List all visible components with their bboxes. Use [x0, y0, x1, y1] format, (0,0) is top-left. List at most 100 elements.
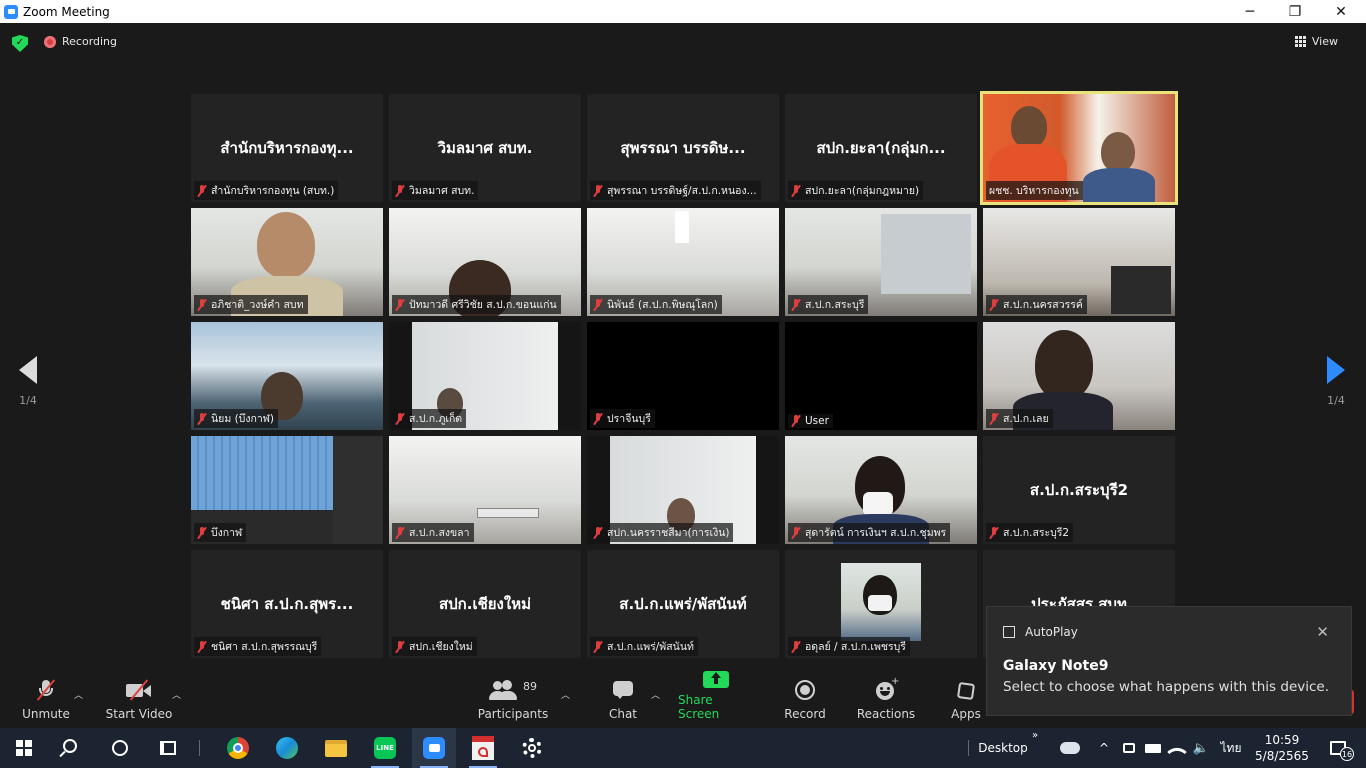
maximize-button[interactable]: ❐	[1272, 0, 1318, 23]
microphone-muted-icon	[35, 679, 57, 701]
volume-muted-icon[interactable]: 🔈	[1190, 728, 1212, 768]
search-button[interactable]	[52, 728, 92, 768]
participant-label: ส.ป.ก.สระบุรี	[788, 295, 869, 314]
participant-tile[interactable]: สปก.เชียงใหม่ สปก.เชียงใหม่	[389, 550, 581, 658]
chat-options-caret-icon[interactable]: ︿	[651, 688, 660, 701]
arrow-right-icon	[1327, 356, 1345, 384]
participant-label: สำนักบริหารกองทุน (สบท.)	[194, 181, 339, 200]
participant-tile[interactable]: สำนักบริหารกองทุ... สำนักบริหารกองทุน (ส…	[191, 94, 383, 202]
edge-taskbar-icon[interactable]	[265, 728, 309, 768]
clock[interactable]: 10:59 5/8/2565	[1248, 728, 1316, 768]
apps-button[interactable]: Apps	[946, 668, 986, 728]
previous-page-button[interactable]: 1/4	[8, 356, 48, 407]
participant-name-display: ชนิศา ส.ป.ก.สุพร...	[220, 595, 354, 613]
line-taskbar-icon[interactable]: LINE	[363, 728, 407, 768]
page-count-left: 1/4	[19, 394, 37, 407]
recording-indicator[interactable]: Recording	[44, 35, 117, 48]
mic-muted-icon	[197, 184, 207, 197]
task-view-button[interactable]	[148, 728, 188, 768]
participant-tile[interactable]: สปก.นครราชสีมา(การเงิน)	[587, 436, 779, 544]
file-explorer-taskbar-icon[interactable]	[314, 728, 358, 768]
shelf	[1111, 266, 1171, 314]
ceiling-light	[675, 211, 689, 243]
mic-muted-icon	[791, 415, 801, 427]
participants-options-caret-icon[interactable]: ︿	[561, 688, 570, 701]
action-center-button[interactable]: 16	[1320, 728, 1356, 768]
desktop-toolbar-button[interactable]: Desktop	[976, 728, 1030, 768]
participant-tile[interactable]: ส.ป.ก.ภูเก็ต	[389, 322, 581, 430]
participant-tile[interactable]: สุดารัตน์ การเงินฯ ส.ป.ก.ชุมพร	[785, 436, 977, 544]
start-video-label: Start Video	[105, 707, 173, 721]
next-page-button[interactable]: 1/4	[1316, 356, 1356, 407]
video-options-caret-icon[interactable]: ︿	[172, 688, 181, 701]
mic-muted-icon	[593, 184, 603, 197]
apps-label: Apps	[951, 707, 981, 721]
settings-taskbar-icon[interactable]	[510, 728, 554, 768]
chat-label: Chat	[608, 707, 638, 721]
view-button[interactable]: View	[1294, 35, 1338, 48]
participant-tile[interactable]: ส.ป.ก.สระบุรี	[785, 208, 977, 316]
start-button[interactable]	[4, 728, 44, 768]
windows-logo-icon	[16, 740, 32, 756]
participants-label: Participants	[477, 707, 549, 721]
participants-button[interactable]: 89 Participants	[478, 668, 548, 728]
participant-tile[interactable]: ส.ป.ก.เลย	[983, 322, 1175, 430]
participant-tile[interactable]: ส.ป.ก.นครสวรรค์	[983, 208, 1175, 316]
meet-now-icon[interactable]	[1118, 728, 1140, 768]
participant-tile[interactable]: ชนิศา ส.ป.ก.สุพร... ชนิศา ส.ป.ก.สุพรรณบุ…	[191, 550, 383, 658]
participant-tile[interactable]: สปก.ยะลา(กลุ่มก... สปก.ยะลา(กลุ่มกฎหมาย)	[785, 94, 977, 202]
chrome-taskbar-icon[interactable]	[216, 728, 260, 768]
start-video-button[interactable]: Start Video	[104, 668, 174, 728]
participant-tile[interactable]: วิมลมาศ สบท. วิมลมาศ สบท.	[389, 94, 581, 202]
participant-label: ส.ป.ก.เลย	[986, 409, 1053, 428]
mic-muted-icon	[593, 526, 603, 539]
input-language-indicator[interactable]: ไทย	[1216, 728, 1246, 768]
chat-button[interactable]: Chat	[598, 668, 648, 728]
notification-body: Select to choose what happens with this …	[1003, 679, 1330, 695]
smiley-reaction-icon: +	[875, 676, 899, 701]
active-speaker-tile[interactable]: ผชช. บริหารกองทุน	[980, 91, 1178, 205]
participant-tile[interactable]: ส.ป.ก.สงขลา	[389, 436, 581, 544]
participant-tile[interactable]: User	[785, 322, 977, 430]
clock-date: 5/8/2565	[1255, 749, 1309, 763]
record-button[interactable]: Record	[780, 668, 830, 728]
weather-icon[interactable]	[1056, 728, 1084, 768]
participant-tile[interactable]: ส.ป.ก.แพร่/พัสนันท์ ส.ป.ก.แพร่/พัสนันท์	[587, 550, 779, 658]
show-hidden-icons-button[interactable]: ^	[1094, 728, 1114, 768]
battery-icon[interactable]	[1142, 728, 1164, 768]
share-screen-button[interactable]: Share Screen	[678, 668, 754, 728]
notification-close-icon[interactable]: ✕	[1316, 623, 1329, 641]
cortana-button[interactable]	[100, 728, 140, 768]
minimize-button[interactable]: ─	[1227, 0, 1273, 23]
notification-app-name: AutoPlay	[1025, 625, 1078, 639]
audio-options-caret-icon[interactable]: ︿	[74, 688, 83, 701]
acrobat-taskbar-icon[interactable]	[461, 728, 505, 768]
participant-tile[interactable]: ปราจีนบุรี	[587, 322, 779, 430]
participant-name-display: วิมลมาศ สบท.	[437, 139, 533, 157]
close-button[interactable]: ✕	[1318, 0, 1364, 23]
participant-tile[interactable]: อดุลย์ / ส.ป.ก.เพชรบุรี	[785, 550, 977, 658]
participant-name-display: สำนักบริหารกองทุ...	[220, 139, 354, 157]
participant-tile[interactable]: นิยม (บึงกาฬ)	[191, 322, 383, 430]
participant-tile[interactable]: สุพรรณา บรรดิษ... สุพรรณา บรรดิษฐ์/ส.ป.ก…	[587, 94, 779, 202]
participant-tile[interactable]: ปัทมาวดี ศรีวิชัย ส.ป.ก.ขอนแก่น	[389, 208, 581, 316]
mic-muted-icon	[395, 184, 405, 197]
autoplay-icon	[1003, 626, 1015, 638]
desktop-expand-button[interactable]: »	[1028, 728, 1042, 768]
arrow-left-icon	[19, 356, 37, 384]
participant-tile[interactable]: บึงกาฬ	[191, 436, 383, 544]
unmute-button[interactable]: Unmute	[20, 668, 72, 728]
record-label: Record	[784, 707, 826, 721]
face-mask	[863, 492, 893, 516]
zoom-taskbar-icon[interactable]	[412, 728, 456, 768]
wifi-icon[interactable]	[1166, 728, 1188, 768]
recording-label: Recording	[62, 35, 118, 48]
autoplay-notification[interactable]: AutoPlay ✕ Galaxy Note9 Select to choose…	[986, 606, 1352, 716]
participant-tile[interactable]: อภิชาติ_วงษ์คำ สบท	[191, 208, 383, 316]
participant-label: สปก.เชียงใหม่	[392, 637, 477, 656]
mic-muted-icon	[989, 298, 999, 311]
encryption-shield-icon[interactable]: ✓	[12, 35, 28, 52]
participant-tile[interactable]: นิพันธ์ (ส.ป.ก.พิษณุโลก)	[587, 208, 779, 316]
reactions-button[interactable]: + Reactions	[856, 668, 916, 728]
participant-tile[interactable]: ส.ป.ก.สระบุรี2 ส.ป.ก.สระบุรี2	[983, 436, 1175, 544]
